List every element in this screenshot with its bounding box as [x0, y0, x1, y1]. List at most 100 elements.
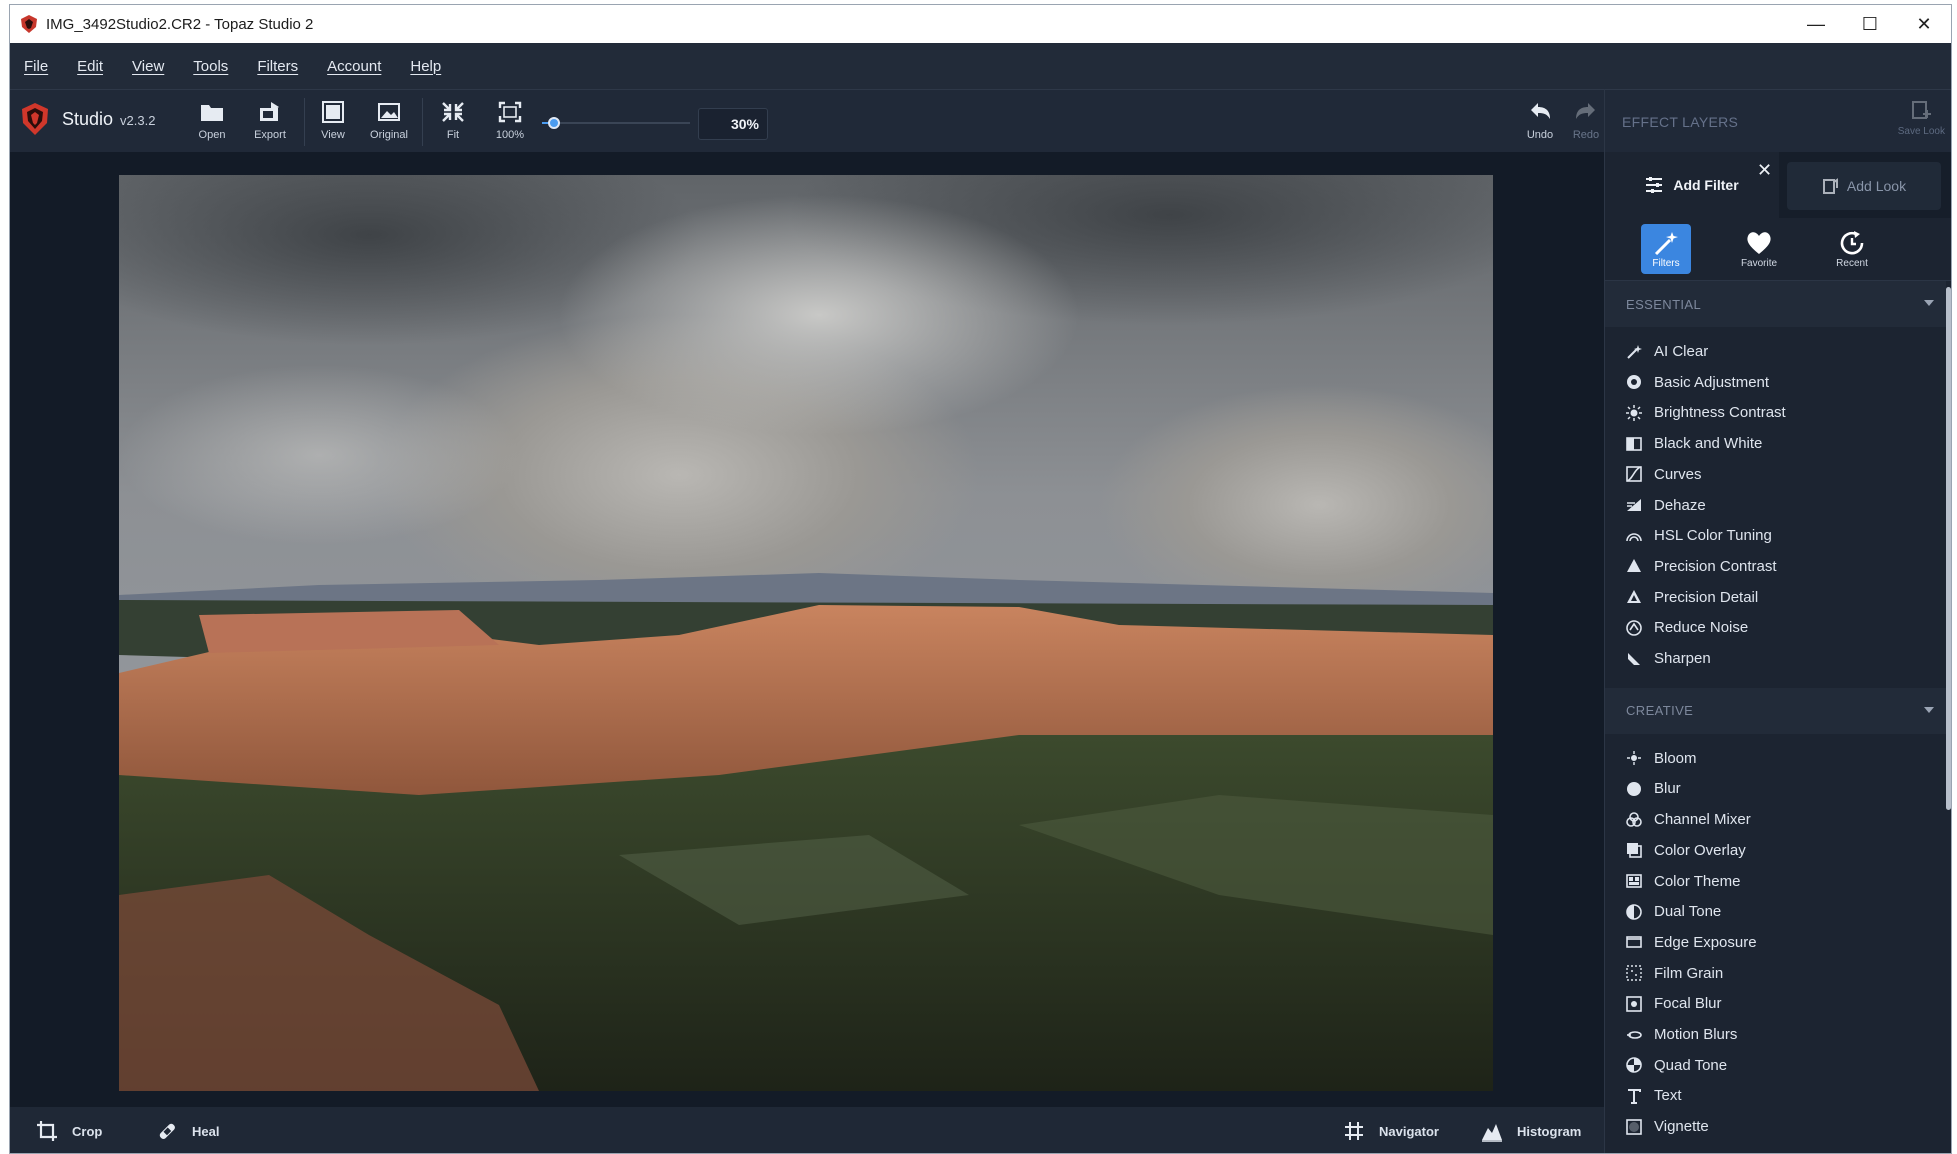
filter-item-blur[interactable]: Blur [1605, 773, 1946, 804]
fullscreen-icon [498, 101, 522, 123]
image-canvas[interactable] [10, 152, 1604, 1107]
half-square-icon [1625, 435, 1643, 453]
menu-filters[interactable]: Filters [257, 58, 298, 75]
redo-icon [1576, 103, 1595, 119]
filter-item-dual-tone[interactable]: Dual Tone [1605, 896, 1946, 927]
filter-item-curves[interactable]: Curves [1605, 459, 1946, 490]
heal-label: Heal [192, 1123, 220, 1139]
app-window: IMG_3492Studio2.CR2 - Topaz Studio 2 — ☐… [9, 4, 1952, 1154]
tab-filters[interactable]: Filters [1641, 224, 1691, 274]
save-look-button[interactable]: Save Look [1898, 100, 1945, 137]
zoom-slider-handle[interactable] [547, 117, 560, 129]
caret-down-icon[interactable] [1924, 300, 1934, 306]
add-filter-label: Add Filter [1673, 177, 1739, 193]
filter-item-ai-clear[interactable]: AI Clear [1605, 336, 1946, 367]
landscape-photo[interactable] [119, 175, 1493, 1091]
tab-recent-label: Recent [1836, 257, 1868, 269]
menu-view[interactable]: View [132, 58, 164, 75]
text-icon [1625, 1087, 1643, 1105]
menu-help[interactable]: Help [410, 58, 441, 75]
section-header-essential[interactable]: ESSENTIAL [1605, 281, 1946, 327]
crop-button[interactable]: Crop [36, 1120, 102, 1142]
menu-account[interactable]: Account [327, 58, 381, 75]
tab-favorite[interactable]: Favorite [1734, 224, 1784, 274]
view-label: View [321, 129, 345, 141]
filter-item-color-theme[interactable]: Color Theme [1605, 866, 1946, 897]
close-icon[interactable]: ✕ [1757, 160, 1772, 181]
filter-item-label: Precision Detail [1654, 588, 1759, 606]
filter-item-vignette[interactable]: Vignette [1605, 1111, 1946, 1142]
rainbow-icon [1625, 527, 1643, 545]
filter-item-black-and-white[interactable]: Black and White [1605, 428, 1946, 459]
filter-item-quad-tone[interactable]: Quad Tone [1605, 1050, 1946, 1081]
filter-item-bloom[interactable]: Bloom [1605, 743, 1946, 774]
tab-recent[interactable]: Recent [1827, 224, 1877, 274]
menu-edit[interactable]: Edit [77, 58, 103, 75]
filter-item-label: Basic Adjustment [1654, 373, 1770, 391]
add-row: Add Filter ✕ Add Look [1605, 152, 1951, 218]
actual-size-button[interactable]: 100% [482, 100, 538, 146]
redo-label: Redo [1572, 129, 1600, 141]
menu-tools[interactable]: Tools [193, 58, 228, 75]
add-filter-button[interactable]: Add Filter [1605, 152, 1779, 218]
minimize-button[interactable]: — [1789, 5, 1843, 43]
view-button[interactable]: View [305, 100, 361, 146]
maximize-button[interactable]: ☐ [1843, 5, 1897, 43]
section-title: CREATIVE [1626, 703, 1694, 719]
filter-item-film-grain[interactable]: Film Grain [1605, 958, 1946, 989]
filter-item-precision-detail[interactable]: Precision Detail [1605, 582, 1946, 613]
filter-item-focal-blur[interactable]: Focal Blur [1605, 988, 1946, 1019]
filter-item-label: Brightness Contrast [1654, 404, 1786, 422]
section-header-creative[interactable]: CREATIVE [1605, 687, 1946, 734]
studio-logo-icon [22, 103, 48, 135]
filter-item-dehaze[interactable]: Dehaze [1605, 490, 1946, 521]
aperture-icon [1625, 373, 1643, 391]
channels-icon [1625, 811, 1643, 829]
filter-item-label: Reduce Noise [1654, 619, 1749, 637]
curve-icon [1625, 465, 1643, 483]
quad-icon [1625, 1056, 1643, 1074]
fit-button[interactable]: Fit [425, 100, 481, 146]
filter-item-channel-mixer[interactable]: Channel Mixer [1605, 804, 1946, 835]
close-window-button[interactable]: ✕ [1897, 5, 1951, 43]
filter-item-color-overlay[interactable]: Color Overlay [1605, 835, 1946, 866]
filter-item-label: Quad Tone [1654, 1056, 1728, 1074]
sharpen-icon [1625, 650, 1643, 668]
export-button[interactable]: Export [242, 100, 298, 146]
navigator-button[interactable]: Navigator [1343, 1120, 1439, 1142]
main-toolbar: Studio v2.3.2 Open Export View Original … [10, 89, 1604, 152]
filter-item-label: Film Grain [1654, 964, 1724, 982]
filter-item-reduce-noise[interactable]: Reduce Noise [1605, 612, 1946, 643]
wand-icon [1625, 343, 1643, 361]
filter-list-scrollbar[interactable] [1946, 287, 1951, 810]
histogram-button[interactable]: Histogram [1481, 1120, 1581, 1142]
menu-file[interactable]: File [24, 58, 48, 75]
filter-item-label: Color Theme [1654, 872, 1741, 890]
filter-item-label: Black and White [1654, 435, 1763, 453]
filter-item-basic-adjustment[interactable]: Basic Adjustment [1605, 367, 1946, 398]
filter-item-edge-exposure[interactable]: Edge Exposure [1605, 927, 1946, 958]
open-button[interactable]: Open [184, 100, 240, 146]
filter-item-precision-contrast[interactable]: Precision Contrast [1605, 551, 1946, 582]
filter-item-sharpen[interactable]: Sharpen [1605, 643, 1946, 674]
filter-item-motion-blurs[interactable]: Motion Blurs [1605, 1019, 1946, 1050]
filter-item-hsl-color-tuning[interactable]: HSL Color Tuning [1605, 520, 1946, 551]
zoom-value-field[interactable]: 30% [698, 108, 768, 140]
heal-button[interactable]: Heal [156, 1120, 219, 1142]
undo-label: Undo [1526, 129, 1554, 141]
brand: Studio v2.3.2 [20, 102, 155, 136]
filter-list: ESSENTIAL AI Clear Basic Adjustment Brightn… [1605, 281, 1951, 1153]
filter-item-label: Bloom [1654, 749, 1697, 767]
zoom-slider[interactable] [542, 117, 690, 129]
add-look-button[interactable]: Add Look [1787, 162, 1941, 210]
motion-icon [1625, 1026, 1643, 1044]
filter-item-brightness-contrast[interactable]: Brightness Contrast [1605, 397, 1946, 428]
export-icon [260, 102, 279, 121]
panel-header: EFFECT LAYERS Save Look [1605, 89, 1951, 152]
original-button[interactable]: Original [361, 100, 417, 146]
filter-item-text[interactable]: Text [1605, 1080, 1946, 1111]
navigator-grid-icon [1345, 1122, 1363, 1140]
add-look-label: Add Look [1846, 178, 1907, 194]
filter-item-label: Precision Contrast [1654, 557, 1777, 575]
caret-down-icon[interactable] [1924, 706, 1934, 713]
